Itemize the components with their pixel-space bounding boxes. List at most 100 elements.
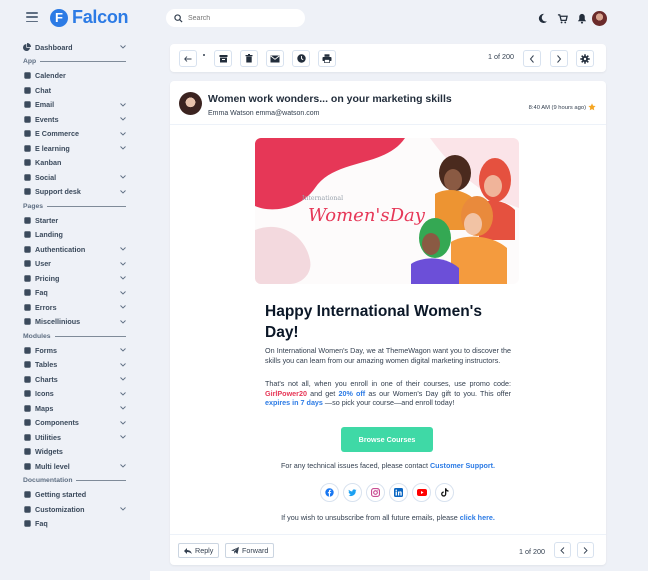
banner-title: Women'sDay	[308, 205, 425, 226]
sidebar-item-events[interactable]: Events	[18, 112, 136, 127]
moon-icon[interactable]	[536, 12, 548, 24]
delete-button[interactable]	[240, 50, 258, 67]
nav-section-title: Modules	[23, 332, 51, 340]
next-email-button[interactable]	[550, 50, 568, 67]
divider	[47, 205, 126, 207]
sidebar-item-utilities[interactable]: Utilities	[18, 430, 136, 445]
browse-courses-button[interactable]: Browse Courses	[341, 427, 433, 452]
nav-icon	[23, 260, 31, 268]
banner-small-text: International	[302, 195, 344, 202]
twitter-icon[interactable]	[343, 483, 362, 502]
sidebar-item-label: Faq	[35, 519, 48, 529]
sidebar-item-kanban[interactable]: Kanban	[18, 156, 136, 171]
forward-button[interactable]: Forward	[225, 543, 275, 558]
search-input[interactable]	[188, 14, 298, 22]
unsubscribe-link[interactable]: click here.	[460, 513, 495, 522]
sidebar-item-tables[interactable]: Tables	[18, 358, 136, 373]
youtube-icon[interactable]	[412, 483, 431, 502]
sidebar-item-authentication[interactable]: Authentication	[18, 242, 136, 257]
sidebar-item-label: Faq	[35, 288, 48, 298]
sidebar-item-starter[interactable]: Starter	[18, 213, 136, 228]
sidebar-item-icons[interactable]: Icons	[18, 387, 136, 402]
sidebar-item-calender[interactable]: Calender	[18, 69, 136, 84]
sidebar-item-landing[interactable]: Landing	[18, 228, 136, 243]
sidebar-item-charts[interactable]: Charts	[18, 372, 136, 387]
footer-next-button[interactable]	[577, 542, 594, 558]
chevron-down-icon	[120, 276, 126, 280]
sidebar-item-user[interactable]: User	[18, 257, 136, 272]
menu-toggle-icon[interactable]	[26, 12, 38, 22]
sidebar-item-maps[interactable]: Maps	[18, 401, 136, 416]
sidebar-item-multi-level[interactable]: Multi level	[18, 459, 136, 474]
sidebar-item-e-commerce[interactable]: E Commerce	[18, 127, 136, 142]
sidebar-item-label: E learning	[35, 143, 70, 153]
chevron-down-icon	[120, 146, 126, 150]
sidebar-item-label: Events	[35, 114, 59, 124]
sidebar-item-miscellinious[interactable]: Miscellinious	[18, 315, 136, 330]
sidebar-item-faq[interactable]: Faq	[18, 517, 136, 532]
tiktok-icon[interactable]	[435, 483, 454, 502]
cart-icon[interactable]	[556, 12, 568, 24]
reply-button[interactable]: Reply	[178, 543, 220, 558]
sidebar-item-forms[interactable]: Forms	[18, 343, 136, 358]
send-icon	[231, 547, 239, 554]
sidebar-item-pricing[interactable]: Pricing	[18, 271, 136, 286]
email-heading: Happy International Women's Day!	[265, 303, 482, 341]
print-button[interactable]	[318, 50, 336, 67]
sidebar-item-support-desk[interactable]: Support desk	[18, 185, 136, 200]
prev-email-button[interactable]	[523, 50, 541, 67]
nav-icon	[23, 419, 31, 427]
instagram-icon[interactable]	[366, 483, 385, 502]
sidebar-item-social[interactable]: Social	[18, 170, 136, 185]
nav-section-app: App	[18, 55, 136, 69]
footer-prev-button[interactable]	[554, 542, 571, 558]
sidebar-item-dashboard[interactable]: Dashboard	[18, 40, 136, 55]
sidebar-item-label: Kanban	[35, 158, 62, 168]
chevron-down-icon	[120, 348, 126, 352]
sidebar-item-label: Calender	[35, 71, 66, 81]
snooze-button[interactable]	[292, 50, 310, 67]
sidebar-item-customization[interactable]: Customization	[18, 502, 136, 517]
chevron-down-icon	[120, 319, 126, 324]
divider	[54, 335, 126, 337]
sidebar-item-getting-started[interactable]: Getting started	[18, 488, 136, 503]
sidebar-item-label: Authentication	[35, 244, 86, 254]
sidebar-item-components[interactable]: Components	[18, 416, 136, 431]
star-icon[interactable]	[588, 103, 596, 111]
search-box[interactable]	[166, 9, 305, 27]
sidebar-item-errors[interactable]: Errors	[18, 300, 136, 315]
sidebar-item-e-learning[interactable]: E learning	[18, 141, 136, 156]
nav-icon	[23, 173, 31, 181]
sidebar-item-label: Widgets	[35, 447, 63, 457]
logo[interactable]: F Falcon	[50, 7, 129, 28]
sidebar-item-label: Chat	[35, 85, 51, 95]
sidebar-item-chat[interactable]: Chat	[18, 83, 136, 98]
bell-icon[interactable]	[576, 12, 588, 24]
nav-icon	[23, 231, 31, 239]
sidebar-item-label: Components	[35, 418, 79, 428]
mark-unread-button[interactable]	[266, 50, 284, 67]
linkedin-icon[interactable]	[389, 483, 408, 502]
sidebar-item-label: Miscellinious	[35, 317, 81, 327]
chevron-down-icon	[120, 362, 126, 367]
facebook-icon[interactable]	[320, 483, 339, 502]
settings-button[interactable]	[576, 50, 594, 67]
back-button[interactable]	[179, 50, 197, 67]
reply-icon	[184, 547, 192, 554]
nav-icon	[23, 462, 31, 470]
chevron-down-icon	[120, 261, 126, 266]
sidebar-item-label: Multi level	[35, 461, 70, 471]
user-avatar[interactable]	[592, 11, 607, 26]
sidebar-item-widgets[interactable]: Widgets	[18, 445, 136, 460]
sidebar-item-label: Landing	[35, 230, 63, 240]
nav-icon	[23, 216, 31, 224]
app-name: Falcon	[72, 7, 129, 27]
nav-section-pages: Pages	[18, 199, 136, 213]
chevron-down-icon	[120, 464, 126, 468]
sidebar-item-faq[interactable]: Faq	[18, 286, 136, 301]
sidebar-item-label: E Commerce	[35, 129, 79, 139]
customer-support-link[interactable]: Customer Support.	[430, 461, 495, 470]
nav-icon	[23, 346, 31, 354]
sidebar-item-email[interactable]: Email	[18, 98, 136, 113]
archive-button[interactable]	[214, 50, 232, 67]
